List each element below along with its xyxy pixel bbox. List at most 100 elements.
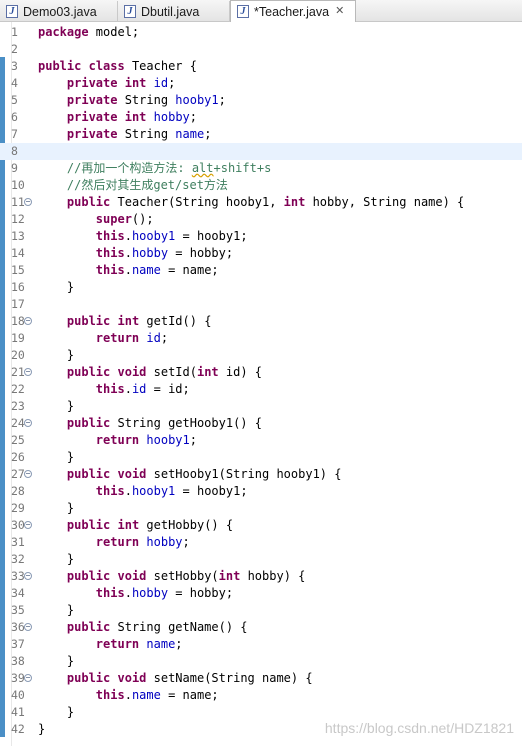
code-text: private int hobby;	[38, 109, 197, 126]
line-number: 7	[11, 127, 18, 141]
code-token: setId(	[146, 365, 197, 379]
code-line[interactable]: 6 private int hobby;	[0, 109, 522, 126]
line-number: 1	[11, 25, 18, 39]
tab-demo03[interactable]: J Demo03.java	[0, 1, 118, 22]
code-line[interactable]: 13 this.hooby1 = hooby1;	[0, 228, 522, 245]
fold-collapse-icon[interactable]: −	[24, 623, 32, 631]
code-line[interactable]: 33− public void setHobby(int hobby) {	[0, 568, 522, 585]
code-line[interactable]: 40 this.name = name;	[0, 687, 522, 704]
code-line[interactable]: 3 public class Teacher {	[0, 58, 522, 75]
field-token: id	[153, 76, 169, 90]
code-line[interactable]: 32 }	[0, 551, 522, 568]
code-line[interactable]: 38 }	[0, 653, 522, 670]
field-token: hobby	[153, 110, 190, 124]
line-number: 17	[11, 297, 25, 311]
line-number: 19	[11, 331, 25, 345]
code-line[interactable]: 41 }	[0, 704, 522, 721]
code-line[interactable]: 19 return id;	[0, 330, 522, 347]
code-editor[interactable]: 1 package model; 2 3 public class Teacher {4…	[0, 22, 522, 746]
code-line[interactable]: 27− public void setHooby1(String hooby1)…	[0, 466, 522, 483]
code-line[interactable]: 34 this.hobby = hobby;	[0, 585, 522, 602]
keyword-token: public	[38, 59, 82, 73]
tab-teacher[interactable]: J *Teacher.java ✕	[230, 0, 356, 22]
fold-collapse-icon[interactable]: −	[24, 317, 32, 325]
code-text: super();	[38, 211, 154, 228]
field-token: id	[131, 382, 147, 396]
code-line[interactable]: 18− public int getId() {	[0, 313, 522, 330]
code-line[interactable]: 9 //再加一个构造方法: alt+shift+s	[0, 160, 522, 177]
keyword-token: this	[95, 246, 125, 260]
code-line[interactable]: 17	[0, 296, 522, 313]
fold-collapse-icon[interactable]: −	[24, 572, 32, 580]
code-line[interactable]: 28 this.hooby1 = hooby1;	[0, 483, 522, 500]
fold-collapse-icon[interactable]: −	[24, 674, 32, 682]
code-line[interactable]: 10 //然后对其生成get/set方法	[0, 177, 522, 194]
tab-dbutil[interactable]: J Dbutil.java	[118, 1, 230, 22]
code-line[interactable]: 11− public Teacher(String hooby1, int ho…	[0, 194, 522, 211]
code-line[interactable]: 2	[0, 41, 522, 58]
comment-token: //然后对其生成get/set方法	[66, 178, 228, 192]
line-number: 12	[11, 212, 25, 226]
code-line[interactable]: 30− public int getHobby() {	[0, 517, 522, 534]
code-line[interactable]: 22 this.id = id;	[0, 381, 522, 398]
code-line[interactable]: 7 private String name;	[0, 126, 522, 143]
code-line[interactable]: 16 }	[0, 279, 522, 296]
field-token: hobby	[146, 535, 183, 549]
code-token: String getHooby1() {	[110, 416, 262, 430]
code-line[interactable]: 12 super();	[0, 211, 522, 228]
code-text: //然后对其生成get/set方法	[38, 177, 228, 194]
code-line[interactable]: 37 return name;	[0, 636, 522, 653]
code-token: ;	[218, 93, 226, 107]
keyword-token: super	[95, 212, 132, 226]
code-line[interactable]: 5 private String hooby1;	[0, 92, 522, 109]
code-line[interactable]: 20 }	[0, 347, 522, 364]
tab-label: Demo03.java	[23, 4, 97, 19]
keyword-token: this	[95, 586, 125, 600]
comment-token: //再加一个构造方法:	[66, 161, 192, 175]
code-text: public int getId() {	[38, 313, 212, 330]
code-token: = hooby1;	[175, 484, 248, 498]
code-line[interactable]: 8	[0, 143, 522, 160]
line-number: 42	[11, 722, 25, 736]
code-token: = hobby;	[168, 586, 234, 600]
code-line[interactable]: 15 this.name = name;	[0, 262, 522, 279]
code-line[interactable]: 29 }	[0, 500, 522, 517]
fold-collapse-icon[interactable]: −	[24, 521, 32, 529]
code-line[interactable]: 25 return hooby1;	[0, 432, 522, 449]
code-line[interactable]: 35 }	[0, 602, 522, 619]
code-line[interactable]: 14 this.hobby = hobby;	[0, 245, 522, 262]
code-text: this.hobby = hobby;	[38, 585, 233, 602]
code-line[interactable]: 39− public void setName(String name) {	[0, 670, 522, 687]
code-line[interactable]: 36− public String getName() {	[0, 619, 522, 636]
code-line[interactable]: 21− public void setId(int id) {	[0, 364, 522, 381]
code-line[interactable]: 23 }	[0, 398, 522, 415]
code-line[interactable]: 26 }	[0, 449, 522, 466]
code-token: }	[38, 552, 75, 566]
code-line[interactable]: 4 private int id;	[0, 75, 522, 92]
fold-collapse-icon[interactable]: −	[24, 419, 32, 427]
code-text: public void setId(int id) {	[38, 364, 262, 381]
code-line[interactable]: 1 package model;	[0, 24, 522, 41]
fold-collapse-icon[interactable]: −	[24, 198, 32, 206]
fold-collapse-icon[interactable]: −	[24, 470, 32, 478]
line-number: 28	[11, 484, 25, 498]
close-tab-icon[interactable]: ✕	[335, 6, 344, 17]
line-number: 13	[11, 229, 25, 243]
code-line[interactable]: 24− public String getHooby1() {	[0, 415, 522, 432]
fold-collapse-icon[interactable]: −	[24, 368, 32, 376]
code-line[interactable]: 31 return hobby;	[0, 534, 522, 551]
